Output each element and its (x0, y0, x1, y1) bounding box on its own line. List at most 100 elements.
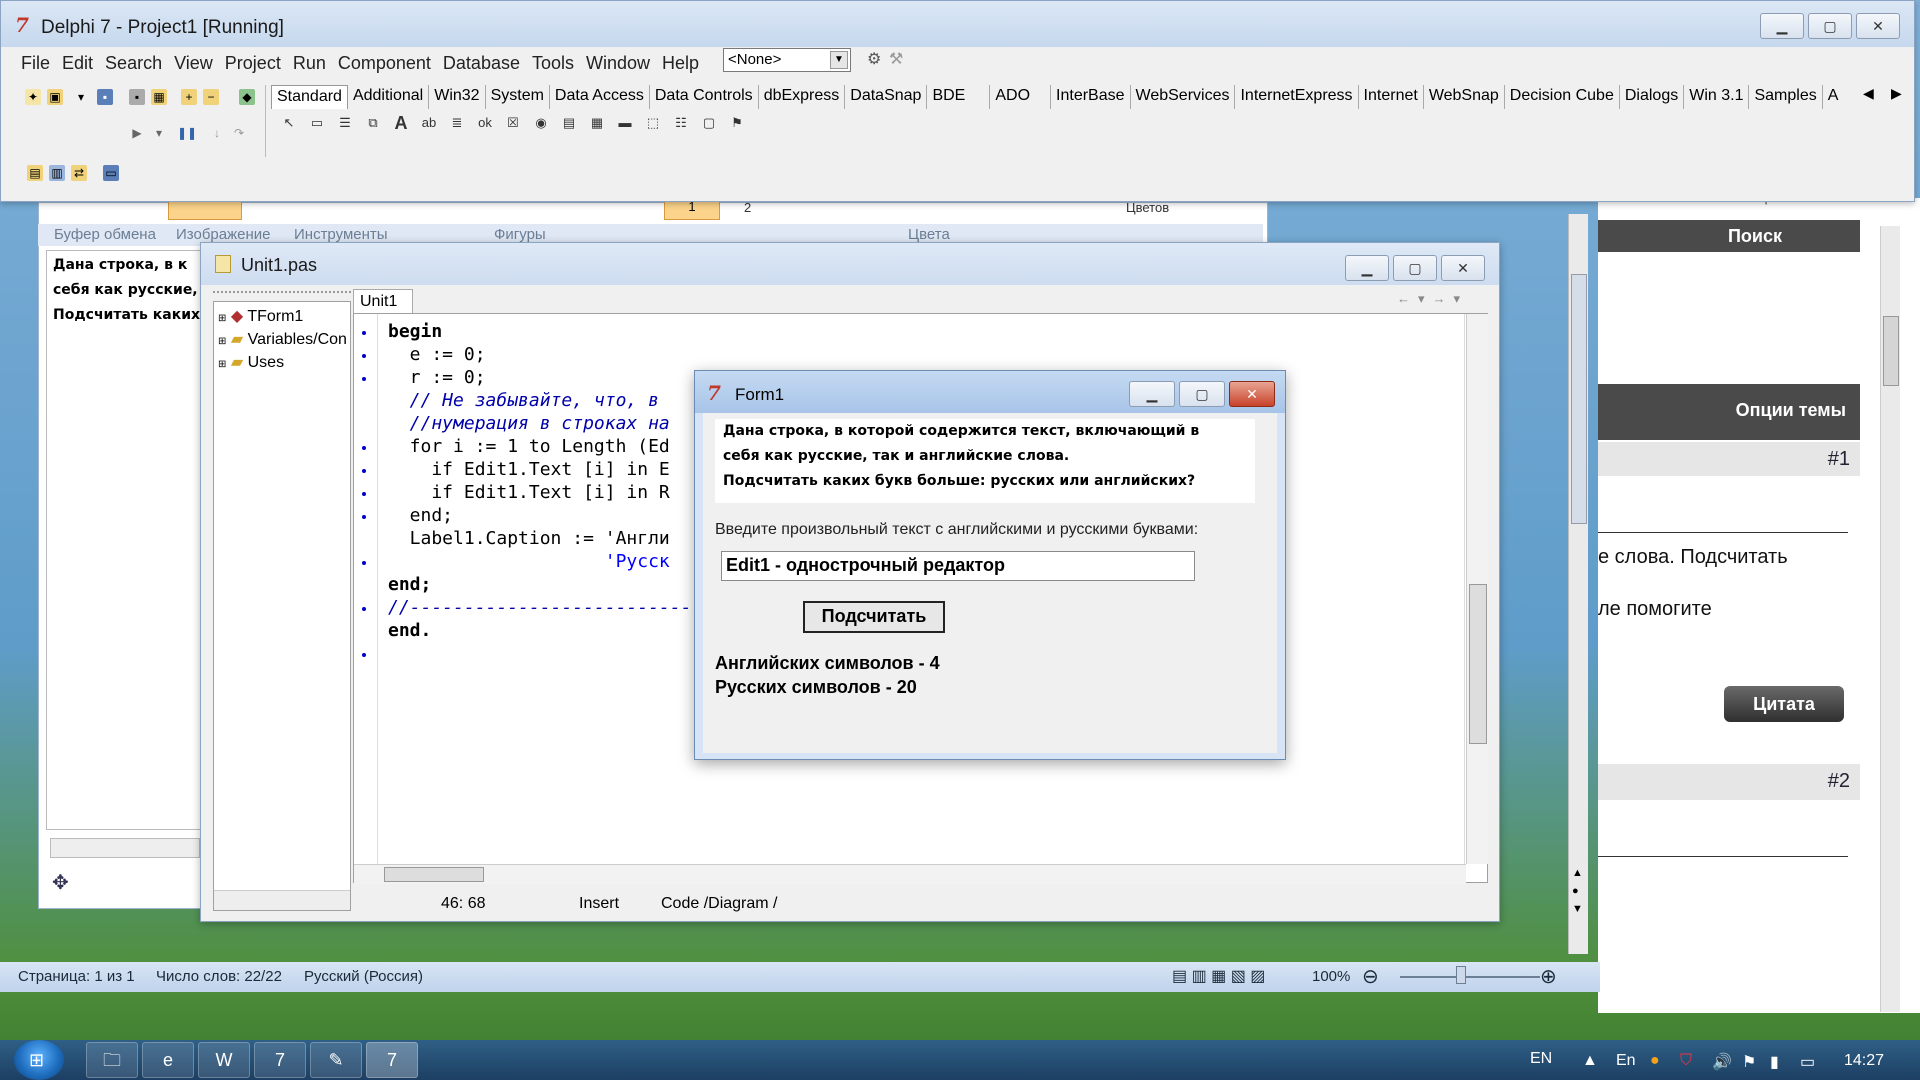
breakpoint-dot[interactable] (362, 515, 366, 519)
tab-standard[interactable]: Standard (271, 85, 348, 109)
tray-flag-icon[interactable]: ⚑ (1742, 1052, 1756, 1072)
breakpoint-dot[interactable] (362, 446, 366, 450)
expand-icon[interactable]: ⊞ (218, 336, 226, 347)
zoom-in-icon[interactable]: ⊕ (1540, 964, 1557, 989)
desktop-config-combo[interactable]: <None> ▼ (723, 48, 851, 72)
tab-dbexpress[interactable]: dbExpress (759, 85, 846, 109)
pointer-icon[interactable]: ↖ (279, 113, 299, 133)
status-page[interactable]: Страница: 1 из 1 (18, 968, 135, 985)
tray-display-icon[interactable]: ▭ (1800, 1052, 1815, 1072)
checkbox-icon[interactable]: ☒ (503, 113, 523, 133)
tray-clock[interactable]: 14:27 (1844, 1052, 1884, 1070)
close-button[interactable]: ✕ (1856, 13, 1900, 39)
unit-titlebar[interactable]: Unit1.pas ▁ ▢ ✕ (201, 243, 1499, 285)
forum-scroll-thumb[interactable] (1883, 316, 1899, 386)
tab-samples[interactable]: Samples (1749, 85, 1823, 109)
expand-icon[interactable]: ⊞ (218, 359, 226, 370)
tab-data-access[interactable]: Data Access (550, 85, 650, 109)
taskbar-word-icon[interactable]: W (198, 1042, 250, 1078)
breakpoint-dot[interactable] (362, 492, 366, 496)
breakpoint-dot[interactable] (362, 653, 366, 657)
new-icon[interactable]: ✦ (25, 89, 41, 105)
breakpoint-dot[interactable] (362, 607, 366, 611)
listbox-icon[interactable]: ▤ (559, 113, 579, 133)
word-hscroll[interactable] (50, 838, 200, 858)
forum-search-bar[interactable]: Поиск (1598, 220, 1860, 252)
tab-internet[interactable]: Internet (1359, 85, 1424, 109)
popupmenu-icon[interactable]: ⧉ (363, 113, 383, 133)
tray-expand-icon[interactable]: ▲ (1582, 1052, 1598, 1070)
radiobutton-icon[interactable]: ◉ (531, 113, 551, 133)
code-vscroll-thumb[interactable] (1469, 584, 1487, 744)
word-document-page[interactable]: Дана строка, в к себя как русские, Подсч… (46, 250, 202, 830)
trace-into-icon[interactable]: ↓ (209, 125, 225, 141)
start-button[interactable]: ⊞ (14, 1040, 64, 1080)
tray-app-icon[interactable]: ● (1650, 1052, 1660, 1070)
tray-lang-label[interactable]: EN (1530, 1050, 1552, 1068)
tree-node-variables[interactable]: ⊞ ▰ Variables/Con (218, 329, 347, 349)
word-vscroll[interactable]: ▲ ● ▼ (1568, 214, 1588, 954)
browse-object-icons[interactable]: ▲ ● ▼ (1572, 864, 1583, 918)
tab-bde[interactable]: BDE (927, 85, 991, 109)
tab-win32[interactable]: Win32 (429, 85, 486, 109)
groupbox-icon[interactable]: ⬚ (643, 113, 663, 133)
code-vscroll[interactable] (1466, 314, 1488, 864)
menu-search[interactable]: Search (99, 51, 168, 79)
unit-minimize-button[interactable]: ▁ (1345, 255, 1389, 281)
status-words[interactable]: Число слов: 22/22 (156, 968, 282, 985)
palette-colors-label[interactable]: Цветов (1126, 200, 1169, 215)
save-all-icon[interactable]: ▪ (129, 89, 145, 105)
chevron-down-icon[interactable]: ▼ (830, 51, 848, 69)
breakpoint-dot[interactable] (362, 561, 366, 565)
forum-options-bar[interactable]: Опции темы (1598, 384, 1860, 440)
menu-edit[interactable]: Edit (56, 51, 99, 79)
count-button[interactable]: Подсчитать (803, 601, 945, 633)
forum-search-title[interactable]: Поиск (1728, 226, 1782, 246)
minimize-button[interactable]: ▁ (1760, 13, 1804, 39)
form1-titlebar[interactable]: 7 Form1 ▁ ▢ ✕ (695, 371, 1285, 413)
quote-button[interactable]: Цитата (1724, 686, 1844, 722)
tab-interbase[interactable]: InterBase (1051, 85, 1131, 109)
tab-win31[interactable]: Win 3.1 (1684, 85, 1750, 109)
taskbar-explorer-icon[interactable]: 🗀 (86, 1042, 138, 1078)
zoom-slider[interactable] (1400, 976, 1540, 978)
open-icon[interactable]: ▣ (47, 89, 63, 105)
explorer-grip[interactable] (213, 291, 351, 299)
dropdown-icon[interactable]: ▾ (73, 89, 89, 105)
tab-datasnap[interactable]: DataSnap (845, 85, 928, 109)
help-contents-icon[interactable]: ◆ (239, 89, 255, 105)
menu-window[interactable]: Window (580, 51, 656, 79)
tab-data-controls[interactable]: Data Controls (650, 85, 759, 109)
remove-from-project-icon[interactable]: − (203, 89, 219, 105)
forum-scrollbar[interactable] (1880, 226, 1900, 1012)
tab-scroll-right-icon[interactable]: ▶ (1891, 85, 1902, 102)
tab-unit1[interactable]: Unit1 (353, 289, 413, 313)
forum-options-title[interactable]: Опции темы (1736, 400, 1846, 420)
move-icon[interactable]: ✥ (52, 870, 69, 895)
nav-arrows-icon[interactable]: ←▾→▾ (1397, 291, 1468, 307)
form1-minimize-button[interactable]: ▁ (1129, 381, 1175, 407)
desktop-set-icon[interactable]: ⚒ (889, 49, 903, 69)
tab-more[interactable]: A (1823, 85, 1844, 109)
text-input-edit1[interactable]: Edit1 - однострочный редактор (721, 551, 1195, 581)
delphi-titlebar[interactable]: 7 Delphi 7 - Project1 [Running] ▁ ▢ ✕ (1, 1, 1914, 47)
label-icon[interactable]: A (391, 113, 411, 133)
view-form-icon[interactable]: ▥ (49, 165, 65, 181)
unit-close-button[interactable]: ✕ (1441, 255, 1485, 281)
unit-maximize-button[interactable]: ▢ (1393, 255, 1437, 281)
tab-dialogs[interactable]: Dialogs (1620, 85, 1685, 109)
breakpoint-dot[interactable] (362, 469, 366, 473)
zoom-slider-thumb[interactable] (1456, 966, 1466, 984)
view-icons[interactable]: ▤ ▥ ▦ ▧ ▨ (1172, 966, 1265, 986)
breakpoint-dot[interactable] (362, 354, 366, 358)
word-vscroll-thumb[interactable] (1571, 274, 1587, 524)
expand-icon[interactable]: ⊞ (218, 313, 226, 324)
new-form-icon[interactable]: ▭ (103, 165, 119, 181)
code-hscroll[interactable] (354, 864, 1466, 884)
tab-webservices[interactable]: WebServices (1131, 85, 1236, 109)
panel-icon[interactable]: ▢ (699, 113, 719, 133)
tray-volume-icon[interactable]: 🔊 (1712, 1052, 1732, 1072)
view-unit-icon[interactable]: ▤ (27, 165, 43, 181)
forum-post1-num[interactable]: #1 (1828, 448, 1850, 470)
memo-icon[interactable]: ≣ (447, 113, 467, 133)
